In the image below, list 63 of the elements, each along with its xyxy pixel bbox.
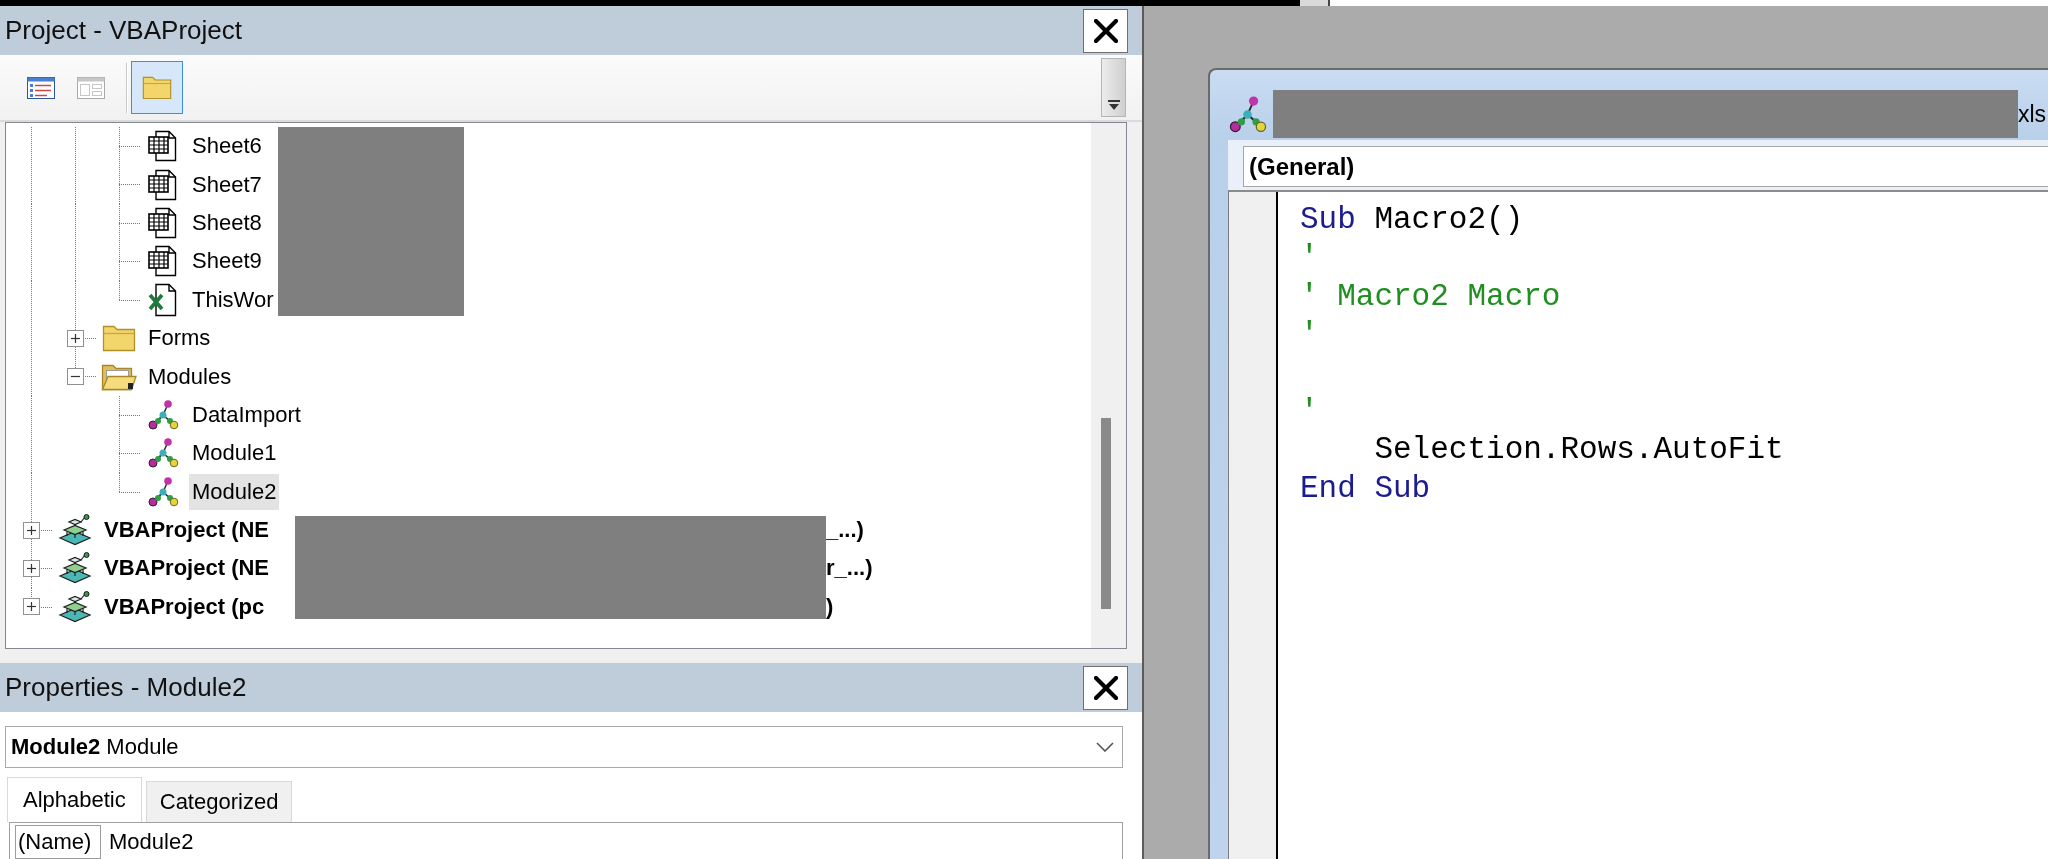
connected-nodes-icon xyxy=(1228,94,1267,134)
code-line: ' xyxy=(1300,316,1320,355)
connected-nodes-icon xyxy=(147,475,179,508)
tree-item[interactable]: Sheet6 xyxy=(189,128,265,165)
tab[interactable]: Categorized xyxy=(145,781,293,822)
expand-icon[interactable] xyxy=(23,521,40,539)
object-dropdown[interactable]: (General) xyxy=(1243,146,2048,187)
folder-icon xyxy=(102,324,136,353)
expand-icon[interactable] xyxy=(23,560,40,577)
close-icon xyxy=(1093,18,1118,43)
panel-title: Project - VBAProject xyxy=(5,15,243,46)
stacked-layers-icon xyxy=(58,590,92,623)
code-window-icon xyxy=(27,76,55,99)
sheet-icon xyxy=(148,168,178,201)
form-window-icon xyxy=(77,76,105,99)
stacked-layers-icon xyxy=(58,514,92,547)
close-button[interactable] xyxy=(1083,665,1128,710)
property-name: (Name) xyxy=(15,825,101,859)
tree-item[interactable]: Sheet7 xyxy=(189,166,265,203)
property-value[interactable]: Module2 xyxy=(101,829,194,855)
open-folder-icon xyxy=(101,362,137,391)
object-dropdown[interactable]: Module2 Module xyxy=(5,726,1123,768)
sheet-icon xyxy=(148,130,178,163)
close-button[interactable] xyxy=(1083,8,1128,53)
tree-item[interactable]: Module2 xyxy=(189,473,280,510)
connected-nodes-icon xyxy=(147,437,179,470)
scrollbar-thumb[interactable] xyxy=(1101,418,1111,609)
tree-item-suffix: _...) xyxy=(826,516,864,545)
code-line: ' xyxy=(1300,392,1320,431)
tree-item[interactable]: Module1 xyxy=(189,435,280,472)
connected-nodes-icon xyxy=(147,398,179,431)
window-title: xls xyxy=(2018,100,2047,128)
tree-item[interactable]: ThisWor xyxy=(189,281,277,318)
tree-item[interactable]: Sheet9 xyxy=(189,243,265,280)
collapse-icon[interactable] xyxy=(67,368,84,386)
tree-item-suffix: ) xyxy=(826,592,834,621)
code-line: ' xyxy=(1300,239,1320,278)
tree-item[interactable]: Sheet8 xyxy=(189,204,265,241)
dropdown-arrow-icon xyxy=(1107,100,1120,110)
tree-item[interactable]: VBAProject (pc xyxy=(101,588,268,625)
code-line: End Sub xyxy=(1300,469,1432,508)
stacked-layers-icon xyxy=(58,552,92,585)
code-line: Sub Macro2() xyxy=(1300,201,1525,239)
tree-item[interactable]: Forms xyxy=(145,320,214,357)
sheet-icon xyxy=(148,245,178,278)
tree-item[interactable]: DataImport xyxy=(189,396,304,433)
toggle-folders-button[interactable] xyxy=(131,61,183,114)
panel-title: Properties - Module2 xyxy=(5,672,248,703)
close-icon xyxy=(1093,675,1118,700)
sheet-icon xyxy=(148,206,178,239)
tab[interactable]: Alphabetic xyxy=(7,777,142,822)
code-line: Selection.Rows.AutoFit xyxy=(1373,431,1785,470)
chevron-down-icon xyxy=(1096,742,1114,752)
code-line: ' Macro2 Macro xyxy=(1300,277,1562,316)
tree-item[interactable]: VBAProject (NE xyxy=(101,550,273,587)
tree-item-suffix: r_...) xyxy=(826,554,873,583)
expand-icon[interactable] xyxy=(67,329,84,347)
folder-icon xyxy=(142,75,172,100)
workbook-document-icon xyxy=(148,282,178,317)
toolbar-overflow-button[interactable] xyxy=(1101,58,1126,117)
tree-item[interactable]: VBAProject (NE xyxy=(101,512,273,549)
expand-icon[interactable] xyxy=(23,598,40,616)
tree-item[interactable]: Modules xyxy=(145,358,235,395)
